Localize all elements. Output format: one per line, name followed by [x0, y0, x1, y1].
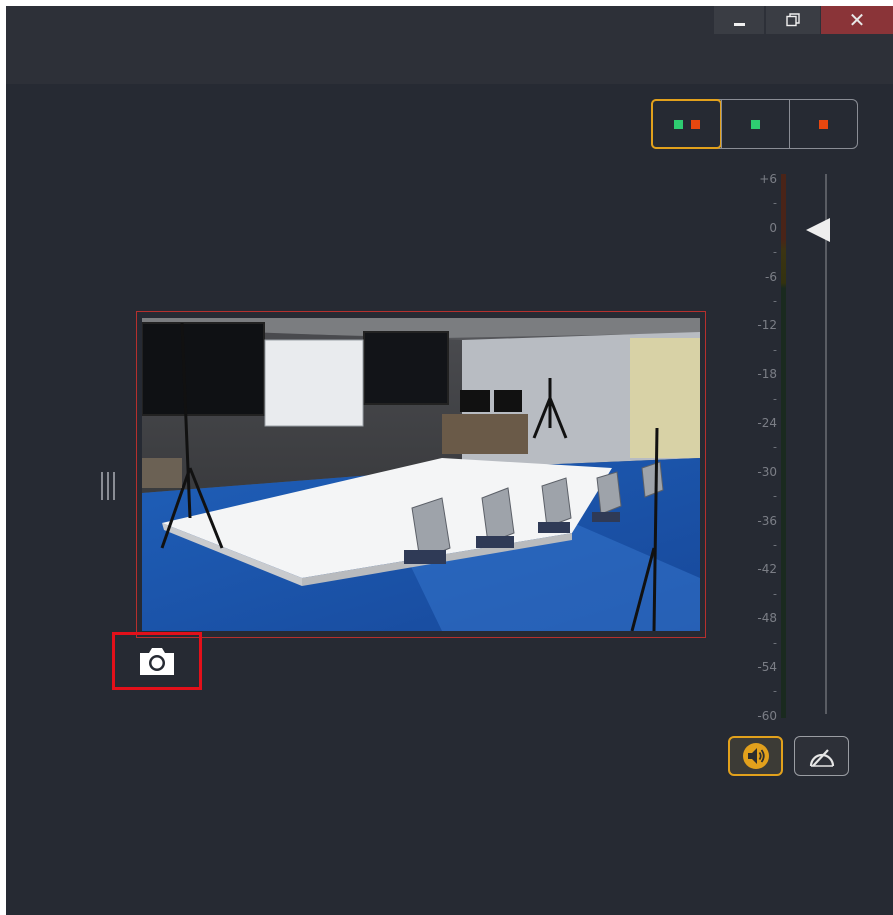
meter-tick-mark: - — [773, 440, 777, 454]
minimize-icon — [733, 22, 745, 26]
meter-tick-mark: - — [773, 343, 777, 357]
meter-tick-label: -36 — [757, 513, 777, 528]
green-square-icon — [673, 119, 683, 129]
meter-tick-label: 0 — [769, 220, 777, 235]
title-bar: ✕ — [6, 6, 893, 84]
minimize-button[interactable] — [714, 6, 764, 34]
grip-line — [113, 472, 115, 500]
meter-tick-mark: - — [773, 392, 777, 406]
mode-red-button[interactable] — [789, 100, 857, 148]
meter-tick-label: +6 — [759, 172, 777, 186]
meter-tick-mark: - — [773, 636, 777, 650]
gauge-icon — [809, 749, 834, 767]
red-square-icon — [690, 119, 700, 129]
red-square-icon — [819, 119, 828, 129]
restore-button[interactable] — [766, 6, 820, 34]
level-bar — [781, 174, 786, 718]
mode-green-button[interactable] — [721, 100, 789, 148]
meter-tick-label: -48 — [757, 611, 777, 626]
meter-tick-label: -12 — [757, 318, 777, 333]
drag-handle[interactable] — [99, 472, 117, 502]
meter-tick-mark: - — [773, 684, 777, 698]
meter-tick-mark: - — [773, 538, 777, 552]
meter-tick-mark: - — [773, 245, 777, 259]
meter-tick-label: -18 — [757, 367, 777, 382]
mode-both-button[interactable] — [651, 99, 722, 149]
meter-tick-label: -30 — [757, 464, 777, 479]
fader-knob[interactable] — [806, 218, 830, 242]
meter-tick-label: -42 — [757, 562, 777, 577]
gain-control-button[interactable] — [794, 736, 849, 776]
meter-tick-label: -60 — [757, 708, 777, 723]
close-button[interactable]: ✕ — [821, 6, 893, 34]
meter-tick-mark: - — [773, 294, 777, 308]
app-window: ✕ +6 - 0 - -6 - -12 - -18 - -24 - -30 - -36 - -42 - -48 - -5… — [6, 6, 893, 915]
grip-line — [107, 472, 109, 500]
meter-tick-label: -54 — [757, 660, 777, 674]
fader-track[interactable] — [825, 174, 827, 714]
grip-line — [101, 472, 103, 500]
meter-tick-mark: - — [773, 489, 777, 503]
speaker-icon — [742, 743, 769, 769]
video-preview-frame — [136, 311, 706, 638]
restore-icon — [786, 13, 800, 27]
meter-tick-mark: - — [773, 196, 777, 210]
camera-icon — [140, 648, 174, 675]
meter-tick-label: -6 — [765, 269, 777, 284]
display-mode-selector — [651, 99, 858, 149]
camera-preview-image — [142, 318, 700, 631]
snapshot-button[interactable] — [112, 632, 202, 690]
meter-tick-mark: - — [773, 587, 777, 601]
audio-level-meter: +6 - 0 - -6 - -12 - -18 - -24 - -30 - -36 - -42 - -48 - -54 -… — [739, 166, 830, 726]
audio-monitor-button[interactable] — [728, 736, 783, 776]
meter-tick-label: -24 — [757, 416, 777, 430]
green-square-icon — [751, 119, 760, 129]
close-icon: ✕ — [848, 8, 866, 32]
